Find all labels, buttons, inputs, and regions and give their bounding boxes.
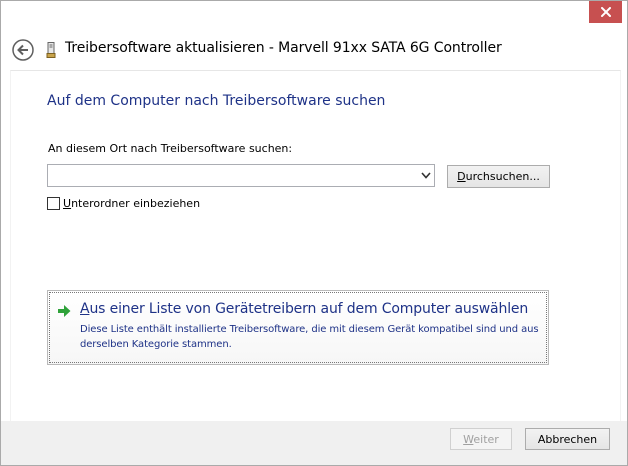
back-button[interactable] xyxy=(12,39,34,61)
checkbox-box[interactable] xyxy=(47,197,60,210)
green-arrow-icon xyxy=(58,305,71,317)
update-driver-dialog: Treibersoftware aktualisieren - Marvell … xyxy=(0,0,628,466)
browse-button-label: Durchsuchen... xyxy=(457,170,540,183)
pick-from-list-link[interactable]: Aus einer Liste von Gerätetreibern auf d… xyxy=(47,290,549,365)
cancel-button[interactable]: Abbrechen xyxy=(525,428,610,450)
path-combobox[interactable] xyxy=(47,164,435,187)
pick-from-list-title: Aus einer Liste von Gerätetreibern auf d… xyxy=(80,301,529,317)
include-subfolders-label: Unterordner einbeziehen xyxy=(63,197,201,210)
next-button-label: Weiter xyxy=(463,432,499,446)
device-icon xyxy=(46,42,56,58)
pick-from-list-description: Diese Liste enthält installierte Treiber… xyxy=(80,324,539,350)
window-title: Treibersoftware aktualisieren - Marvell … xyxy=(65,40,502,56)
back-arrow-icon xyxy=(12,39,34,61)
path-label: An diesem Ort nach Treibersoftware suche… xyxy=(48,142,293,155)
path-input[interactable] xyxy=(48,165,416,186)
browse-button[interactable]: Durchsuchen... xyxy=(447,165,550,188)
include-subfolders-checkbox[interactable]: Unterordner einbeziehen xyxy=(47,197,200,210)
content-panel xyxy=(10,70,621,422)
next-button[interactable]: Weiter xyxy=(450,428,512,450)
chevron-down-icon[interactable] xyxy=(421,172,431,179)
page-heading: Auf dem Computer nach Treibersoftware su… xyxy=(47,93,386,109)
close-button[interactable] xyxy=(589,1,622,23)
close-icon xyxy=(600,7,611,17)
